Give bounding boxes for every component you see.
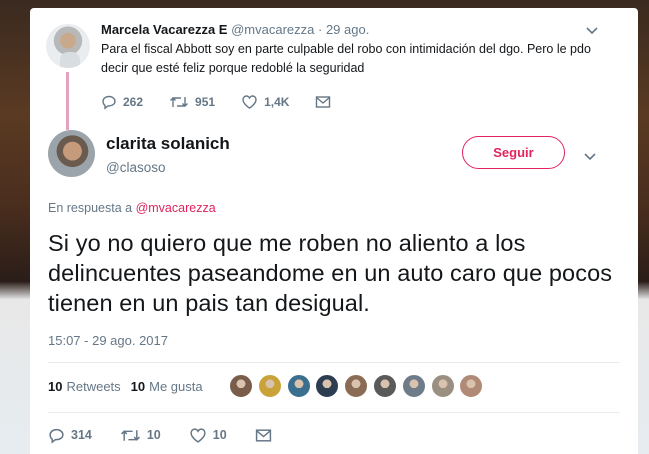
- parent-reply-count: 262: [123, 95, 144, 109]
- liker-avatar[interactable]: [344, 374, 369, 398]
- parent-reply-button[interactable]: 262: [101, 94, 143, 110]
- liker-avatar[interactable]: [372, 374, 397, 398]
- parent-like-count: 1,4K: [264, 95, 290, 109]
- tweet-card: Marcela Vacarezza E @mvacarezza · 29 ago…: [30, 8, 638, 454]
- likes-stat-count: 10: [130, 378, 146, 394]
- liker-avatar[interactable]: [257, 374, 282, 398]
- parent-message-button[interactable]: [315, 95, 337, 109]
- thread-line: [66, 72, 69, 130]
- reply-button[interactable]: 314: [48, 427, 92, 444]
- parent-chevron-down-icon[interactable]: [586, 24, 598, 38]
- like-count: 10: [212, 428, 227, 442]
- parent-date[interactable]: · 29 ago.: [318, 22, 369, 37]
- reply-context: En respuesta a @mvacarezza: [48, 201, 216, 215]
- reply-icon: [102, 95, 116, 110]
- heart-icon: [242, 95, 257, 109]
- envelope-icon: [255, 428, 271, 442]
- message-button[interactable]: [255, 428, 278, 443]
- parent-retweet-button[interactable]: 951: [169, 94, 215, 110]
- reply-mention-link[interactable]: @mvacarezza: [136, 201, 216, 215]
- parent-actions: 262 951 1,4K: [101, 93, 363, 111]
- liker-avatar[interactable]: [401, 374, 426, 398]
- liker-avatars: [229, 374, 488, 398]
- parent-like-button[interactable]: 1,4K: [241, 94, 289, 110]
- tweet-stats: 10 Retweets 10 Me gusta: [48, 374, 213, 398]
- tweet-chevron-down-icon[interactable]: [584, 150, 596, 164]
- retweets-stat-label: Retweets: [66, 378, 121, 394]
- tweet-text: Si yo no quiero que me roben no aliento …: [48, 230, 613, 316]
- liker-avatar[interactable]: [459, 374, 484, 398]
- reply-prefix: En respuesta a: [48, 201, 133, 215]
- parent-header: Marcela Vacarezza E @mvacarezza · 29 ago…: [101, 22, 369, 37]
- heart-icon: [190, 427, 206, 443]
- liker-avatar[interactable]: [229, 374, 253, 398]
- liker-avatar[interactable]: [286, 374, 311, 398]
- reply-count: 314: [71, 428, 92, 442]
- liker-avatar[interactable]: [430, 374, 455, 398]
- retweet-button[interactable]: 10: [120, 427, 161, 444]
- parent-tweet[interactable]: Marcela Vacarezza E @mvacarezza · 29 ago…: [30, 8, 638, 130]
- like-button[interactable]: 10: [189, 427, 227, 444]
- parent-handle[interactable]: @mvacarezza: [231, 22, 314, 37]
- author-handle[interactable]: @clasoso: [106, 160, 165, 175]
- retweets-stat-count: 10: [48, 378, 63, 394]
- likes-stat[interactable]: 10 Me gusta: [131, 379, 203, 394]
- divider: [48, 362, 620, 363]
- likes-stat-label: Me gusta: [149, 378, 203, 394]
- parent-avatar[interactable]: [46, 24, 90, 68]
- tweet-timestamp[interactable]: 15:07 - 29 ago. 2017: [48, 333, 168, 348]
- author-avatar[interactable]: [48, 130, 95, 177]
- retweet-icon: [170, 97, 189, 107]
- author-name[interactable]: clarita solanich: [106, 134, 230, 154]
- tweet-actions: 314 10 10: [48, 426, 306, 444]
- parent-retweet-count: 951: [195, 95, 216, 109]
- liker-avatar[interactable]: [315, 374, 340, 398]
- reply-icon: [49, 428, 64, 444]
- follow-button[interactable]: Seguir: [462, 136, 565, 169]
- retweet-icon: [120, 429, 140, 441]
- retweets-stat[interactable]: 10 Retweets: [48, 379, 121, 394]
- parent-name[interactable]: Marcela Vacarezza E: [101, 22, 227, 37]
- retweet-count: 10: [146, 428, 161, 442]
- parent-tweet-text: Para el fiscal Abbott soy en parte culpa…: [101, 42, 591, 75]
- envelope-icon: [316, 96, 331, 108]
- divider: [48, 412, 620, 413]
